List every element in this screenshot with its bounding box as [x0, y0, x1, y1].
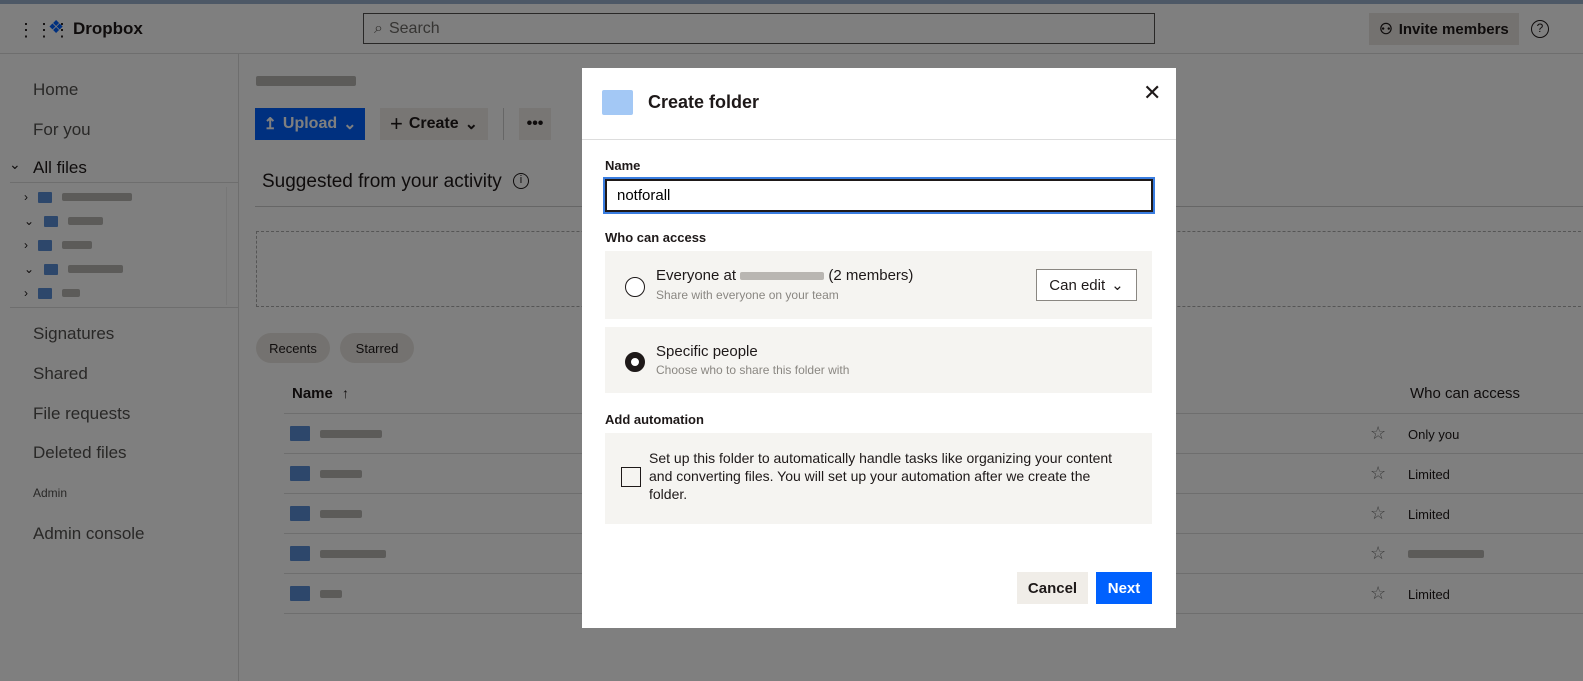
permission-dropdown[interactable]: Can edit ⌄	[1036, 269, 1137, 301]
radio-everyone[interactable]	[625, 277, 645, 297]
member-count: (2 members)	[828, 267, 914, 284]
option-specific-people[interactable]: Specific people Choose who to share this…	[605, 327, 1152, 393]
close-icon[interactable]: ✕	[1143, 80, 1161, 106]
dialog-title: Create folder	[648, 92, 760, 112]
chevron-down-icon: ⌄	[1111, 277, 1124, 294]
who-can-access-label: Who can access	[605, 230, 707, 245]
option-everyone[interactable]: Everyone at (2 members) Share with every…	[605, 251, 1152, 319]
folder-icon	[602, 90, 633, 115]
header-divider	[582, 139, 1176, 140]
radio-specific-people[interactable]	[625, 352, 645, 372]
name-label: Name	[605, 158, 641, 173]
add-automation-label: Add automation	[605, 412, 704, 427]
option-everyone-title: Everyone at (2 members)	[656, 267, 913, 284]
cancel-button[interactable]: Cancel	[1017, 572, 1088, 604]
option-everyone-subtitle: Share with everyone on your team	[656, 288, 839, 302]
create-folder-dialog: Create folder ✕ Name Who can access Ever…	[582, 68, 1176, 628]
everyone-prefix: Everyone at	[656, 267, 737, 284]
option-specific-subtitle: Choose who to share this folder with	[656, 363, 850, 377]
team-name-redacted	[740, 272, 825, 280]
folder-name-input[interactable]	[603, 177, 1155, 214]
automation-checkbox[interactable]	[621, 467, 641, 487]
automation-description: Set up this folder to automatically hand…	[649, 450, 1113, 502]
next-button[interactable]: Next	[1096, 572, 1152, 604]
automation-option: Set up this folder to automatically hand…	[605, 433, 1152, 524]
option-specific-title: Specific people	[656, 343, 758, 360]
